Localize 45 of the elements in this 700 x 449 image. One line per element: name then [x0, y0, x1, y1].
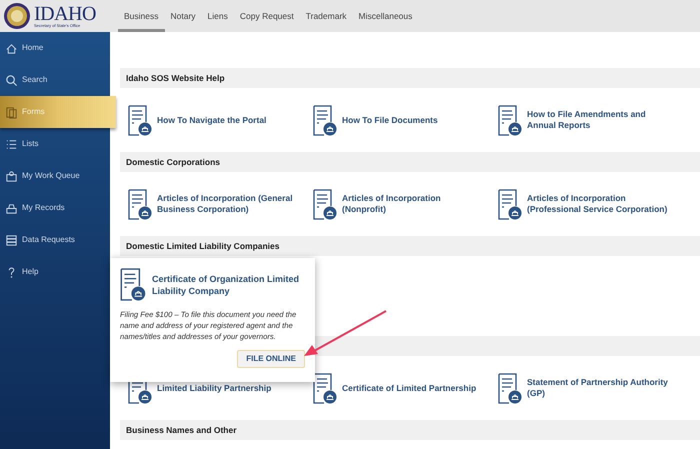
document-icon [313, 188, 337, 220]
section-title: Domestic Corporations [126, 156, 220, 168]
form-link[interactable]: Certificate of Organization Limited Liability Company [152, 272, 305, 296]
list-icon [5, 138, 18, 150]
form-link[interactable]: Articles of Incorporation (Professional Service Corporation) [527, 193, 671, 215]
tab[interactable]: Business [118, 4, 164, 32]
form-link[interactable]: How to File Amendments and Annual Reports [527, 109, 671, 131]
sidebar-item[interactable]: Search [0, 64, 110, 96]
section-title: Business Names and Other [126, 424, 237, 436]
document-icon [498, 104, 522, 136]
form-link[interactable]: How To File Documents [342, 114, 438, 126]
section-title: Domestic Limited Liability Companies [126, 240, 280, 252]
sidebar-item[interactable]: Lists [0, 128, 110, 160]
sidebar-item[interactable]: My Records [0, 192, 110, 224]
forms-icon [5, 106, 18, 118]
document-icon [498, 188, 522, 220]
document-icon [313, 104, 337, 136]
tab[interactable]: Copy Request [234, 4, 300, 32]
form-link[interactable]: Statement of Partnership Authority (GP) [527, 377, 671, 399]
seal-logo-icon [3, 2, 31, 30]
search-icon [5, 74, 18, 86]
file-online-button[interactable]: FILE ONLINE [237, 350, 305, 368]
data-icon [5, 234, 18, 246]
records-icon [5, 202, 18, 214]
form-link[interactable]: Limited Liability Partnership [157, 382, 272, 394]
form-link[interactable]: How To Navigate the Portal [157, 114, 266, 126]
tab[interactable]: Miscellaneous [352, 4, 418, 32]
section-title: Idaho SOS Website Help [126, 72, 225, 84]
tab[interactable]: Notary [164, 4, 202, 32]
logo-wordmark: IDAHO [34, 4, 96, 24]
sidebar-item[interactable]: Home [0, 32, 110, 64]
document-icon [128, 104, 152, 136]
tab[interactable]: Liens [202, 4, 234, 32]
sidebar-item[interactable]: Data Requests [0, 224, 110, 256]
form-link[interactable]: Certificate of Limited Partnership [342, 382, 476, 394]
form-link[interactable]: Articles of Incorporation (General Business Corporation) [157, 193, 301, 215]
document-icon [128, 188, 152, 220]
sidebar-item[interactable]: Help [0, 256, 110, 288]
sidebar-item[interactable]: My Work Queue [0, 160, 110, 192]
document-icon [120, 268, 146, 301]
home-icon [5, 42, 18, 54]
document-icon [498, 372, 522, 404]
tab[interactable]: Trademark [300, 4, 353, 32]
queue-icon [5, 170, 18, 182]
form-link[interactable]: Articles of Incorporation (Nonprofit) [342, 193, 486, 215]
